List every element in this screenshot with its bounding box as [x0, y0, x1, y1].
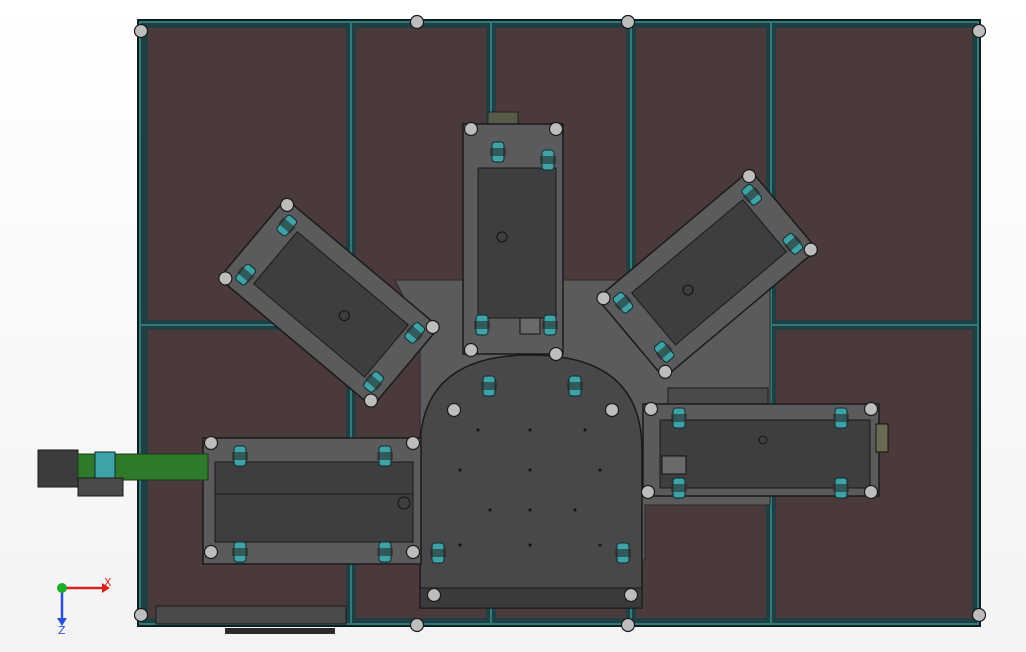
- z-axis-label: Z: [58, 624, 66, 637]
- station-module-left[interactable]: [202, 435, 422, 565]
- bottom-rail: [155, 605, 347, 634]
- station-module-top[interactable]: [462, 111, 564, 362]
- cad-graphics-area[interactable]: X Z: [0, 0, 1026, 652]
- x-axis-label: X: [104, 576, 112, 589]
- station-module-right[interactable]: [640, 387, 889, 500]
- assembly-top-view[interactable]: [0, 0, 1026, 652]
- reference-triad-icon: X Z: [44, 568, 124, 638]
- y-axis-marker: [57, 583, 67, 593]
